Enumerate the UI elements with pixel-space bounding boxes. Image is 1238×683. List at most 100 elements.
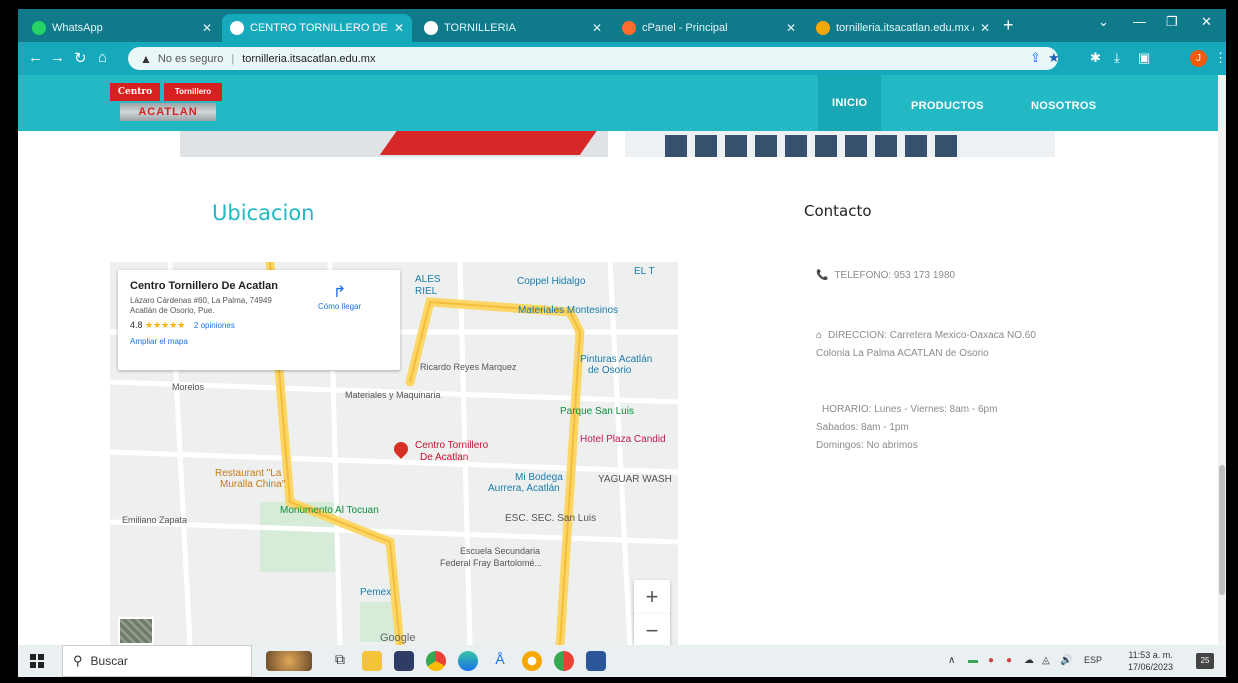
contact-phone: 📞 TELEFONO: 953 173 1980 <box>816 270 956 281</box>
onedrive-icon[interactable]: ☁ <box>1024 655 1034 666</box>
satellite-toggle[interactable] <box>118 617 154 645</box>
close-icon[interactable]: ✕ <box>786 21 796 35</box>
share-icon[interactable]: ⇪ <box>1030 50 1041 66</box>
place-pemex[interactable]: Pemex <box>360 587 391 598</box>
menu-icon[interactable]: ⋮ <box>1214 50 1226 66</box>
download-icon[interactable]: ⤓ <box>1114 50 1120 66</box>
language-indicator[interactable]: ESP <box>1084 655 1102 665</box>
home-button[interactable]: ⌂ <box>98 49 107 66</box>
tab-phpmyadmin[interactable]: tornilleria.itsacatlan.edu.mx / loc ✕ <box>808 14 998 42</box>
place-escuela-2[interactable]: Federal Fray Bartolomé... <box>440 558 542 568</box>
widgets-icon[interactable] <box>266 651 312 671</box>
reload-button[interactable]: ↻ <box>74 49 87 67</box>
show-hidden-icons[interactable]: ∧ <box>948 655 955 666</box>
warning-icon[interactable]: ▲ <box>140 52 152 66</box>
contact-hours: HORARIO: Lunes - Viernes: 8am - 6pm Saba… <box>816 404 998 451</box>
taskbar-search[interactable]: ⚲ Buscar <box>62 645 252 677</box>
nav-inicio[interactable]: INICIO <box>818 75 882 131</box>
notification-badge[interactable]: 25 <box>1196 653 1214 669</box>
chrome-profile-icon[interactable] <box>554 651 574 671</box>
reviews-link[interactable]: 2 opiniones <box>194 321 235 330</box>
place-ales[interactable]: ALES <box>415 274 441 285</box>
zoom-in-button[interactable]: + <box>634 580 670 616</box>
place-materiales-montesinos[interactable]: Materiales Montesinos <box>518 305 618 316</box>
banner-image-left <box>180 131 608 157</box>
globe-icon <box>230 21 244 35</box>
place-ricardo[interactable]: Ricardo Reyes Marquez <box>420 362 517 372</box>
site-header: Centro Tornillero ACATLAN INICIO PRODUCT… <box>18 75 1218 131</box>
wifi-icon[interactable]: ◬ <box>1042 655 1050 666</box>
tab-cpanel[interactable]: cPanel - Principal ✕ <box>614 14 804 42</box>
volume-icon[interactable]: 🔊 <box>1060 655 1072 666</box>
place-mi-bodega[interactable]: Mi Bodega <box>515 472 563 483</box>
place-pinturas[interactable]: Pinturas Acatlán <box>580 354 652 365</box>
google-logo: Google <box>380 632 416 644</box>
battery-icon[interactable]: ▬ <box>968 655 978 666</box>
address-bar[interactable]: ▲ No es seguro | tornilleria.itsacatlan.… <box>128 47 1058 70</box>
tray-app2-icon[interactable]: ● <box>1006 655 1012 666</box>
place-pinturas-2[interactable]: de Osorio <box>588 365 631 376</box>
site-logo[interactable]: Centro Tornillero ACATLAN <box>110 83 224 127</box>
google-map[interactable]: Centro Tornillero De Acatlan Lázaro Cárd… <box>110 262 678 645</box>
place-centro-tornillero-2[interactable]: De Acatlan <box>420 452 468 463</box>
file-explorer-icon[interactable] <box>362 651 382 671</box>
task-view-icon[interactable]: ⧉ <box>330 651 350 671</box>
phone-icon: 📞 <box>816 270 829 281</box>
sidepanel-icon[interactable]: ▣ <box>1138 50 1150 66</box>
tab-search-icon[interactable]: ⌄ <box>1098 14 1109 30</box>
app-icon[interactable]: Å <box>490 651 510 671</box>
place-restaurant-2[interactable]: Muralla China" <box>220 479 285 490</box>
tab-whatsapp[interactable]: WhatsApp ✕ <box>24 14 220 42</box>
nav-nosotros[interactable]: NOSOTROS <box>1031 100 1096 112</box>
place-materiales-maquinaria[interactable]: Materiales y Maquinaria <box>345 390 441 400</box>
tab-centro-tornillero[interactable]: CENTRO TORNILLERO DE AC ✕ <box>222 14 412 42</box>
scrollbar-thumb[interactable] <box>1219 465 1225 595</box>
close-icon[interactable]: ✕ <box>394 21 404 35</box>
restore-button[interactable]: ❐ <box>1166 14 1178 30</box>
store-icon[interactable] <box>394 651 414 671</box>
edge-icon[interactable] <box>458 651 478 671</box>
minimize-button[interactable]: — <box>1133 14 1146 29</box>
place-restaurant[interactable]: Restaurant "La <box>215 468 281 479</box>
place-yaguar-wash[interactable]: YAGUAR WASH <box>598 474 672 485</box>
place-centro-tornillero[interactable]: Centro Tornillero <box>415 440 488 451</box>
close-icon[interactable]: ✕ <box>980 21 990 35</box>
back-button[interactable]: ← <box>28 49 43 66</box>
bookmark-star-icon[interactable]: ★ <box>1048 50 1060 66</box>
rating-stars: ★★★★★ <box>145 320 186 330</box>
banner-image-right <box>625 131 1055 157</box>
place-monumento[interactable]: Monumento Al Tocuan <box>280 505 379 516</box>
place-escuela[interactable]: Escuela Secundaria <box>460 546 540 556</box>
contact-address: ⌂ DIRECCION: Carretera Mexico-Oaxaca NO.6… <box>816 330 1036 359</box>
street-zapata: Emiliano Zapata <box>122 515 188 525</box>
forward-button[interactable]: → <box>50 49 65 66</box>
place-mi-bodega-2[interactable]: Aurrera, Acatlán <box>488 483 560 494</box>
cpanel-icon <box>622 21 636 35</box>
place-el-t[interactable]: EL T <box>634 266 655 277</box>
place-hotel-plaza[interactable]: Hotel Plaza Candid <box>580 434 666 445</box>
close-window-button[interactable]: ✕ <box>1201 14 1212 30</box>
enlarge-map-link[interactable]: Ampliar el mapa <box>130 337 388 346</box>
place-coppel[interactable]: Coppel Hidalgo <box>517 276 585 287</box>
profile-avatar[interactable]: J <box>1190 50 1207 67</box>
app2-icon[interactable] <box>522 651 542 671</box>
page-scrollbar[interactable] <box>1218 75 1226 645</box>
zoom-out-button[interactable]: − <box>634 614 670 645</box>
windows-start-icon[interactable] <box>30 654 44 668</box>
phpmyadmin-icon <box>816 21 830 35</box>
close-icon[interactable]: ✕ <box>202 21 212 35</box>
extensions-icon[interactable]: ✱ <box>1090 50 1101 66</box>
close-icon[interactable]: ✕ <box>592 21 602 35</box>
chrome-icon[interactable] <box>426 651 446 671</box>
word-icon[interactable] <box>586 651 606 671</box>
place-parque-san-luis[interactable]: Parque San Luis <box>560 406 634 417</box>
directions-button[interactable]: ↱ Cómo llegar <box>318 282 361 311</box>
tab-tornilleria[interactable]: TORNILLERIA ✕ <box>416 14 610 42</box>
nav-productos[interactable]: PRODUCTOS <box>911 100 984 112</box>
tray-app-icon[interactable]: ● <box>988 655 994 666</box>
screen: WhatsApp ✕ CENTRO TORNILLERO DE AC ✕ TOR… <box>18 9 1226 677</box>
new-tab-button[interactable]: + <box>1003 15 1014 36</box>
place-riel[interactable]: RIEL <box>415 286 437 297</box>
taskbar-clock[interactable]: 11:53 a. m. 17/06/2023 <box>1128 649 1173 673</box>
place-esc-sec[interactable]: ESC. SEC. San Luis <box>505 513 596 524</box>
